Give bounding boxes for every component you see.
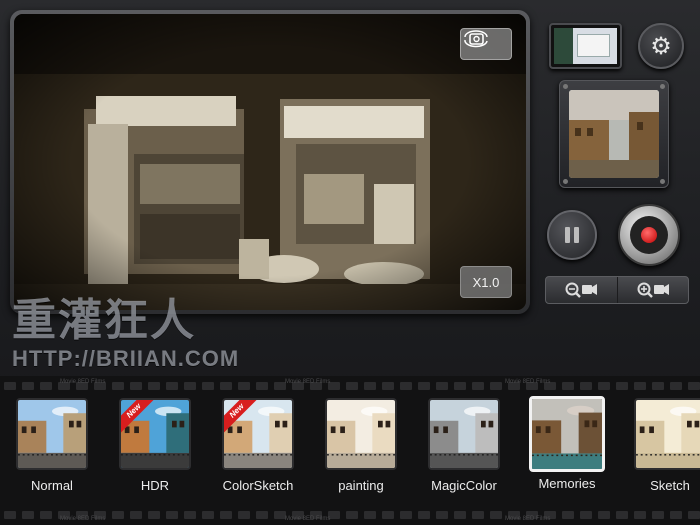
filter-label: Normal — [31, 478, 73, 493]
screw-decoration — [660, 84, 665, 89]
filter-label: MagicColor — [431, 478, 497, 493]
screw-decoration — [660, 179, 665, 184]
filter-label: painting — [338, 478, 384, 493]
zoom-controls — [545, 276, 689, 304]
viewfinder-frame: X1.0 — [10, 10, 530, 314]
switch-camera-button[interactable] — [460, 28, 512, 60]
camera-rotate-icon — [464, 30, 488, 48]
record-icon — [630, 216, 668, 254]
film-edge-label: Movie 8ED Films — [285, 379, 331, 385]
filter-normal[interactable]: Normal — [12, 398, 92, 493]
filter-thumbnail — [325, 398, 397, 470]
filter-colorsketch[interactable]: New ColorSketch — [218, 398, 298, 493]
pause-icon — [565, 227, 579, 243]
filter-list: Normal New HDR New ColorSketch painting … — [0, 396, 700, 498]
filter-thumbnail: New — [119, 398, 191, 470]
filter-thumbnail — [529, 396, 605, 472]
filter-thumbnail — [428, 398, 500, 470]
filter-thumbnail — [634, 398, 700, 470]
filter-painting[interactable]: painting — [321, 398, 401, 493]
camera-app: X1.0 ⚙ 重灌狂人 HTTP://BRIIAN.COM Movie 8ED … — [0, 0, 700, 525]
filter-thumbnail — [16, 398, 88, 470]
watermark-url: HTTP://BRIIAN.COM — [12, 346, 240, 371]
gallery-thumbnail-button[interactable] — [549, 23, 622, 69]
zoom-out-button[interactable] — [546, 277, 617, 303]
settings-button[interactable]: ⚙ — [638, 23, 684, 69]
site-watermark: 重灌狂人 HTTP://BRIIAN.COM — [12, 295, 239, 371]
watermark-title: 重灌狂人 — [12, 295, 196, 346]
filter-sketch[interactable]: Sketch — [630, 398, 700, 493]
film-edge-label: Movie 8ED Films — [505, 379, 551, 385]
zoom-in-camera-icon — [637, 282, 669, 298]
filter-label: ColorSketch — [222, 478, 294, 493]
filter-preview — [559, 80, 669, 188]
filter-filmstrip[interactable]: Movie 8ED Films Movie 8ED Films Movie 8E… — [0, 376, 700, 525]
gear-icon: ⚙ — [650, 32, 672, 60]
filter-label: HDR — [140, 478, 170, 493]
film-edge-label: Movie 8ED Films — [285, 516, 331, 522]
filter-thumbnail: New — [222, 398, 294, 470]
film-edge-label: Movie 8ED Films — [505, 516, 551, 522]
zoom-out-camera-icon — [565, 282, 598, 298]
filter-label: Memories — [538, 476, 596, 491]
screw-decoration — [563, 84, 568, 89]
filter-magiccolor[interactable]: MagicColor — [424, 398, 504, 493]
pause-button[interactable] — [547, 210, 597, 260]
viewfinder-scene — [14, 14, 526, 310]
zoom-level-indicator: X1.0 — [460, 266, 512, 298]
filter-memories[interactable]: Memories — [527, 396, 607, 491]
record-button[interactable] — [618, 204, 680, 266]
film-edge-label: Movie 8ED Films — [60, 516, 106, 522]
filter-hdr[interactable]: New HDR — [115, 398, 195, 493]
filter-label: Sketch — [650, 478, 690, 493]
screw-decoration — [563, 179, 568, 184]
filter-preview-image — [569, 90, 659, 178]
zoom-in-button[interactable] — [616, 277, 689, 303]
camera-viewfinder[interactable]: X1.0 — [14, 14, 526, 310]
gallery-thumbnail-image — [554, 28, 617, 64]
film-edge-label: Movie 8ED Films — [60, 379, 106, 385]
